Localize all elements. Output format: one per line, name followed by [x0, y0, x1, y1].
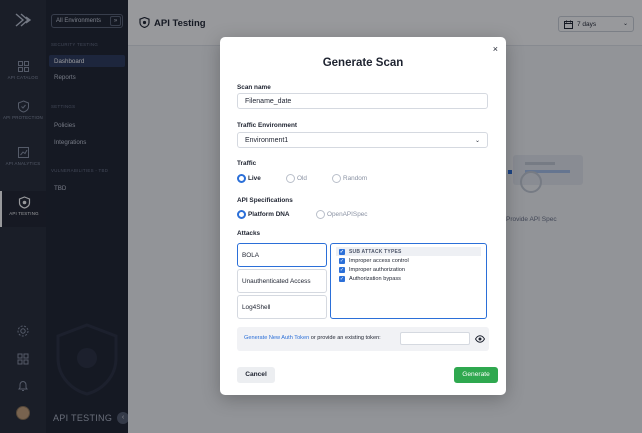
scan-name-input[interactable]: Filename_date	[237, 93, 488, 109]
sub-attack-label: Improper access control	[349, 258, 409, 264]
attack-item-unauthenticated-access[interactable]: Unauthenticated Access	[237, 269, 327, 293]
checkbox-checked-icon[interactable]: ✓	[339, 266, 345, 273]
traffic-label: Traffic	[237, 160, 257, 167]
sub-attack-types-panel: ✓ SUB ATTACK TYPES ✓ Improper access con…	[330, 243, 487, 319]
radio-label: Live	[248, 175, 261, 182]
radio-empty-icon	[316, 210, 325, 219]
eye-icon[interactable]	[474, 334, 486, 344]
chevron-down-icon: ⌄	[474, 138, 480, 144]
radio-label: Random	[343, 175, 368, 182]
radio-empty-icon	[332, 174, 341, 183]
scan-name-label: Scan name	[237, 84, 271, 91]
sub-attack-item[interactable]: ✓ Authorization bypass	[336, 274, 481, 283]
traffic-environment-value: Environment1	[245, 137, 289, 144]
close-icon[interactable]: ×	[493, 44, 498, 54]
api-specifications-label: API Specifications	[237, 197, 293, 204]
generate-auth-token-link[interactable]: Generate New Auth Token	[244, 335, 309, 341]
cancel-button[interactable]: Cancel	[237, 367, 275, 383]
traffic-environment-label: Traffic Environment	[237, 122, 298, 129]
auth-token-input[interactable]	[400, 332, 470, 345]
token-instruction-text: or provide an existing token:	[310, 335, 381, 341]
radio-label: Old	[297, 175, 307, 182]
sub-attack-label: Improper authorization	[349, 267, 405, 273]
api-spec-radio-platform-dna[interactable]: Platform DNA	[237, 210, 290, 220]
traffic-environment-select[interactable]: Environment1 ⌄	[237, 132, 488, 148]
sub-attack-label: Authorization bypass	[349, 276, 401, 282]
attack-item-log4shell[interactable]: Log4Shell	[237, 295, 327, 319]
sub-attack-item[interactable]: ✓ Improper access control	[336, 256, 481, 265]
sub-attack-header[interactable]: ✓ SUB ATTACK TYPES	[336, 247, 481, 256]
radio-selected-icon	[237, 210, 246, 219]
checkbox-checked-icon[interactable]: ✓	[339, 257, 345, 264]
traffic-radio-random[interactable]: Random	[332, 174, 367, 184]
scan-name-value: Filename_date	[245, 98, 292, 105]
sub-attack-header-label: SUB ATTACK TYPES	[349, 249, 402, 255]
sub-attack-item[interactable]: ✓ Improper authorization	[336, 265, 481, 274]
checkbox-checked-icon[interactable]: ✓	[339, 275, 345, 282]
attacks-label: Attacks	[237, 230, 261, 237]
radio-empty-icon	[286, 174, 295, 183]
attack-item-bola[interactable]: BOLA	[237, 243, 327, 267]
radio-label: Platform DNA	[248, 211, 290, 218]
modal-title: Generate Scan	[322, 57, 404, 69]
checkbox-checked-icon[interactable]: ✓	[339, 248, 345, 255]
traffic-radio-old[interactable]: Old	[286, 174, 307, 184]
generate-scan-modal: × Generate Scan Scan name Filename_date …	[220, 37, 506, 395]
traffic-radio-live[interactable]: Live	[237, 174, 261, 184]
auth-token-bar: Generate New Auth Token or provide an ex…	[237, 327, 489, 351]
api-spec-radio-openapispec[interactable]: OpenAPISpec	[316, 210, 368, 220]
radio-selected-icon	[237, 174, 246, 183]
radio-label: OpenAPISpec	[327, 211, 368, 218]
generate-button[interactable]: Generate	[454, 367, 498, 383]
